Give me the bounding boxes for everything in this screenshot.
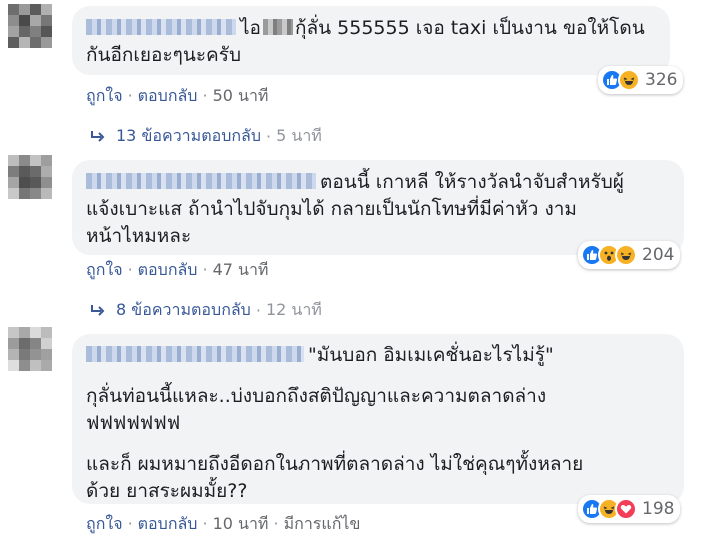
- comment-actions: ถูกใจ · ตอบกลับ · 50 นาที: [86, 86, 269, 105]
- comment-bubble: ไอ กุ้ลั่น 555555 เจอ taxi เป็นงาน ขอให้โ…: [72, 6, 670, 75]
- comment-text: แจ้งเบาะแส ถ้านำไปจับกุมได้ กลายเป็นนักโ…: [86, 198, 577, 220]
- reply-arrow-icon: [91, 130, 105, 142]
- comment-text: กันอีกเยอะๆนะครับ: [86, 44, 242, 66]
- reaction-summary[interactable]: 198: [578, 495, 681, 523]
- timestamp[interactable]: 47 นาที: [213, 260, 269, 279]
- like-link[interactable]: ถูกใจ: [86, 514, 123, 533]
- redacted-word: [262, 19, 293, 35]
- commenter-name[interactable]: [86, 19, 236, 35]
- comment-text: และก็ ผมหมายถึงอีดอกในภาพที่ตลาดล่าง ไม่…: [86, 453, 584, 475]
- like-link[interactable]: ถูกใจ: [86, 260, 123, 279]
- reply-time: 12 นาที: [265, 300, 322, 319]
- like-link[interactable]: ถูกใจ: [86, 86, 123, 105]
- comment-paragraph: กุลั่นท่อนนี้แหละ..บ่งบอกถึงสติปัญญาและค…: [86, 383, 670, 437]
- haha-reaction-icon: [615, 244, 637, 266]
- love-reaction-icon: [615, 498, 637, 520]
- comment-actions: ถูกใจ · ตอบกลับ · 47 นาที: [86, 260, 269, 279]
- comment-text: "มันบอก อิมเมเคชั่นอะไรไม่รู้": [308, 344, 554, 366]
- view-replies-link[interactable]: 13 ข้อความตอบกลับ · 5 นาที: [90, 124, 322, 149]
- comment-text: ฟฟฟฟฟฟฟ: [86, 412, 181, 434]
- reply-arrow-icon: [91, 304, 105, 316]
- reaction-summary[interactable]: 204: [578, 241, 681, 269]
- comment-text: กุ้ลั่น 555555 เจอ taxi เป็นงาน ขอให้โดน: [294, 17, 645, 39]
- reply-link[interactable]: ตอบกลับ: [138, 86, 198, 105]
- commenter-name[interactable]: [86, 346, 304, 362]
- comment-text: ไอ: [240, 17, 261, 39]
- reply-link[interactable]: ตอบกลับ: [138, 514, 198, 533]
- commenter-name[interactable]: [86, 173, 316, 189]
- comment-text: กุลั่นท่อนนี้แหละ..บ่งบอกถึงสติปัญญาและค…: [86, 385, 547, 407]
- timestamp[interactable]: 10 นาที: [213, 514, 269, 533]
- view-replies-link[interactable]: 8 ข้อความตอบกลับ · 12 นาที: [90, 298, 322, 323]
- reaction-count: 326: [645, 70, 678, 90]
- haha-reaction-icon: [618, 69, 640, 91]
- reaction-count: 204: [642, 245, 675, 265]
- reply-count[interactable]: 8 ข้อความตอบกลับ: [116, 298, 251, 323]
- commenter-avatar[interactable]: [8, 327, 52, 371]
- timestamp[interactable]: 50 นาที: [213, 86, 269, 105]
- edited-label[interactable]: มีการแก้ไข: [284, 514, 361, 533]
- reaction-count: 198: [642, 499, 675, 519]
- comment-text: ตอนนี้ เกาหลี ให้รางวัลนำจับสำหรับผู้: [320, 171, 624, 193]
- reply-link[interactable]: ตอบกลับ: [138, 260, 198, 279]
- comment-text: ด้วย ยาสระผมมั้ย??: [86, 480, 248, 502]
- comment-actions: ถูกใจ · ตอบกลับ · 10 นาที · มีการแก้ไข: [86, 514, 361, 533]
- comment-paragraph: "มันบอก อิมเมเคชั่นอะไรไม่รู้": [86, 342, 670, 369]
- comment-bubble: "มันบอก อิมเมเคชั่นอะไรไม่รู้" กุลั่นท่อ…: [72, 334, 684, 504]
- reply-time: 5 นาที: [276, 126, 322, 145]
- commenter-avatar[interactable]: [8, 4, 52, 48]
- reaction-summary[interactable]: 326: [598, 66, 684, 94]
- comment-text: หน้าไหมหละ: [86, 225, 192, 247]
- reply-count[interactable]: 13 ข้อความตอบกลับ: [116, 124, 261, 149]
- commenter-avatar[interactable]: [8, 155, 52, 199]
